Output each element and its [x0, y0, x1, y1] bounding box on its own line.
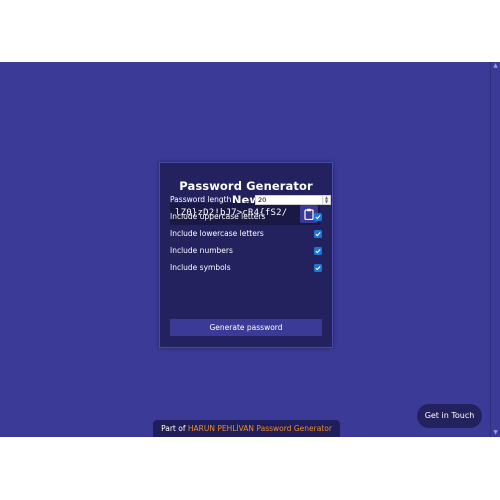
numbers-checkbox[interactable] — [314, 247, 322, 255]
page-viewport: ▲ ▼ Password Generator New lZ0}zD2!bJ7>c… — [0, 62, 500, 437]
check-icon — [315, 248, 321, 254]
symbols-label: Include symbols — [170, 263, 231, 272]
stepper-down-icon[interactable]: ▼ — [323, 200, 330, 204]
footer-attribution: Part of HARUN PEHLİVAN Password Generato… — [153, 420, 340, 437]
numbers-label: Include numbers — [170, 246, 233, 255]
length-label: Password length — [170, 195, 232, 204]
uppercase-label: Include uppercase letters — [170, 212, 266, 221]
lowercase-checkbox[interactable] — [314, 230, 322, 238]
check-icon — [315, 231, 321, 237]
footer-prefix: Part of — [161, 424, 186, 433]
uppercase-checkbox[interactable] — [314, 213, 322, 221]
setting-numbers: Include numbers — [170, 244, 322, 258]
length-value: 20 — [258, 196, 267, 204]
scroll-up-icon[interactable]: ▲ — [492, 62, 499, 70]
length-input[interactable]: 20 ▲ ▼ — [255, 195, 331, 205]
setting-uppercase: Include uppercase letters — [170, 210, 322, 224]
password-generator-card: Password Generator New lZ0}zD2!bJ7>cR4{f… — [159, 162, 333, 348]
setting-length: Password length 20 ▲ ▼ — [170, 193, 331, 207]
check-icon — [315, 265, 321, 271]
setting-lowercase: Include lowercase letters — [170, 227, 322, 241]
get-in-touch-button[interactable]: Get in Touch — [417, 404, 482, 428]
check-icon — [315, 214, 321, 220]
length-stepper[interactable]: ▲ ▼ — [322, 196, 330, 204]
setting-symbols: Include symbols — [170, 261, 322, 275]
symbols-checkbox[interactable] — [314, 264, 322, 272]
scroll-down-icon[interactable]: ▼ — [492, 429, 499, 437]
generate-password-button[interactable]: Generate password — [170, 319, 322, 336]
footer-link[interactable]: HARUN PEHLİVAN Password Generator — [188, 424, 332, 433]
lowercase-label: Include lowercase letters — [170, 229, 264, 238]
vertical-scrollbar[interactable]: ▲ ▼ — [490, 62, 500, 437]
